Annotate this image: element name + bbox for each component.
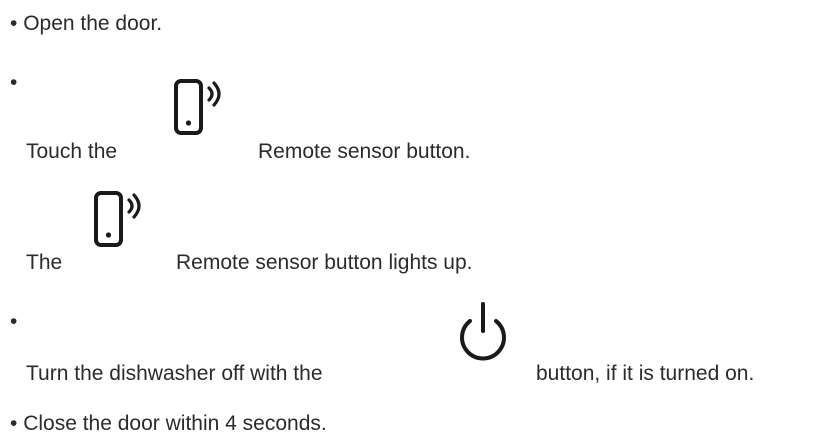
step-2-line-1-prefix: Touch the: [26, 140, 118, 163]
step-1-text: Open the door.: [23, 12, 163, 35]
step-4-text: Close the door within 4 seconds.: [23, 412, 327, 435]
power-icon: [448, 299, 518, 369]
instruction-page: { "steps": { "step1": { "bullet": "•", "…: [0, 0, 836, 436]
step-1: • Open the door.: [10, 13, 162, 34]
remote-sensor-icon: [170, 74, 242, 144]
remote-sensor-icon: [90, 186, 162, 256]
bullet: •: [10, 12, 18, 35]
step-2-line-1-suffix: Remote sensor button.: [258, 140, 471, 163]
bullet: •: [10, 310, 18, 333]
step-3-text-suffix: button, if it is turned on.: [536, 362, 755, 385]
step-2-line-2-prefix: The: [26, 251, 63, 274]
step-3-text-prefix: Turn the dishwasher off with the: [26, 362, 323, 385]
step-4: • Close the door within 4 seconds.: [10, 413, 327, 434]
bullet: •: [10, 71, 18, 94]
bullet: •: [10, 412, 18, 435]
step-2-line-2-suffix: Remote sensor button lights up.: [176, 251, 473, 274]
